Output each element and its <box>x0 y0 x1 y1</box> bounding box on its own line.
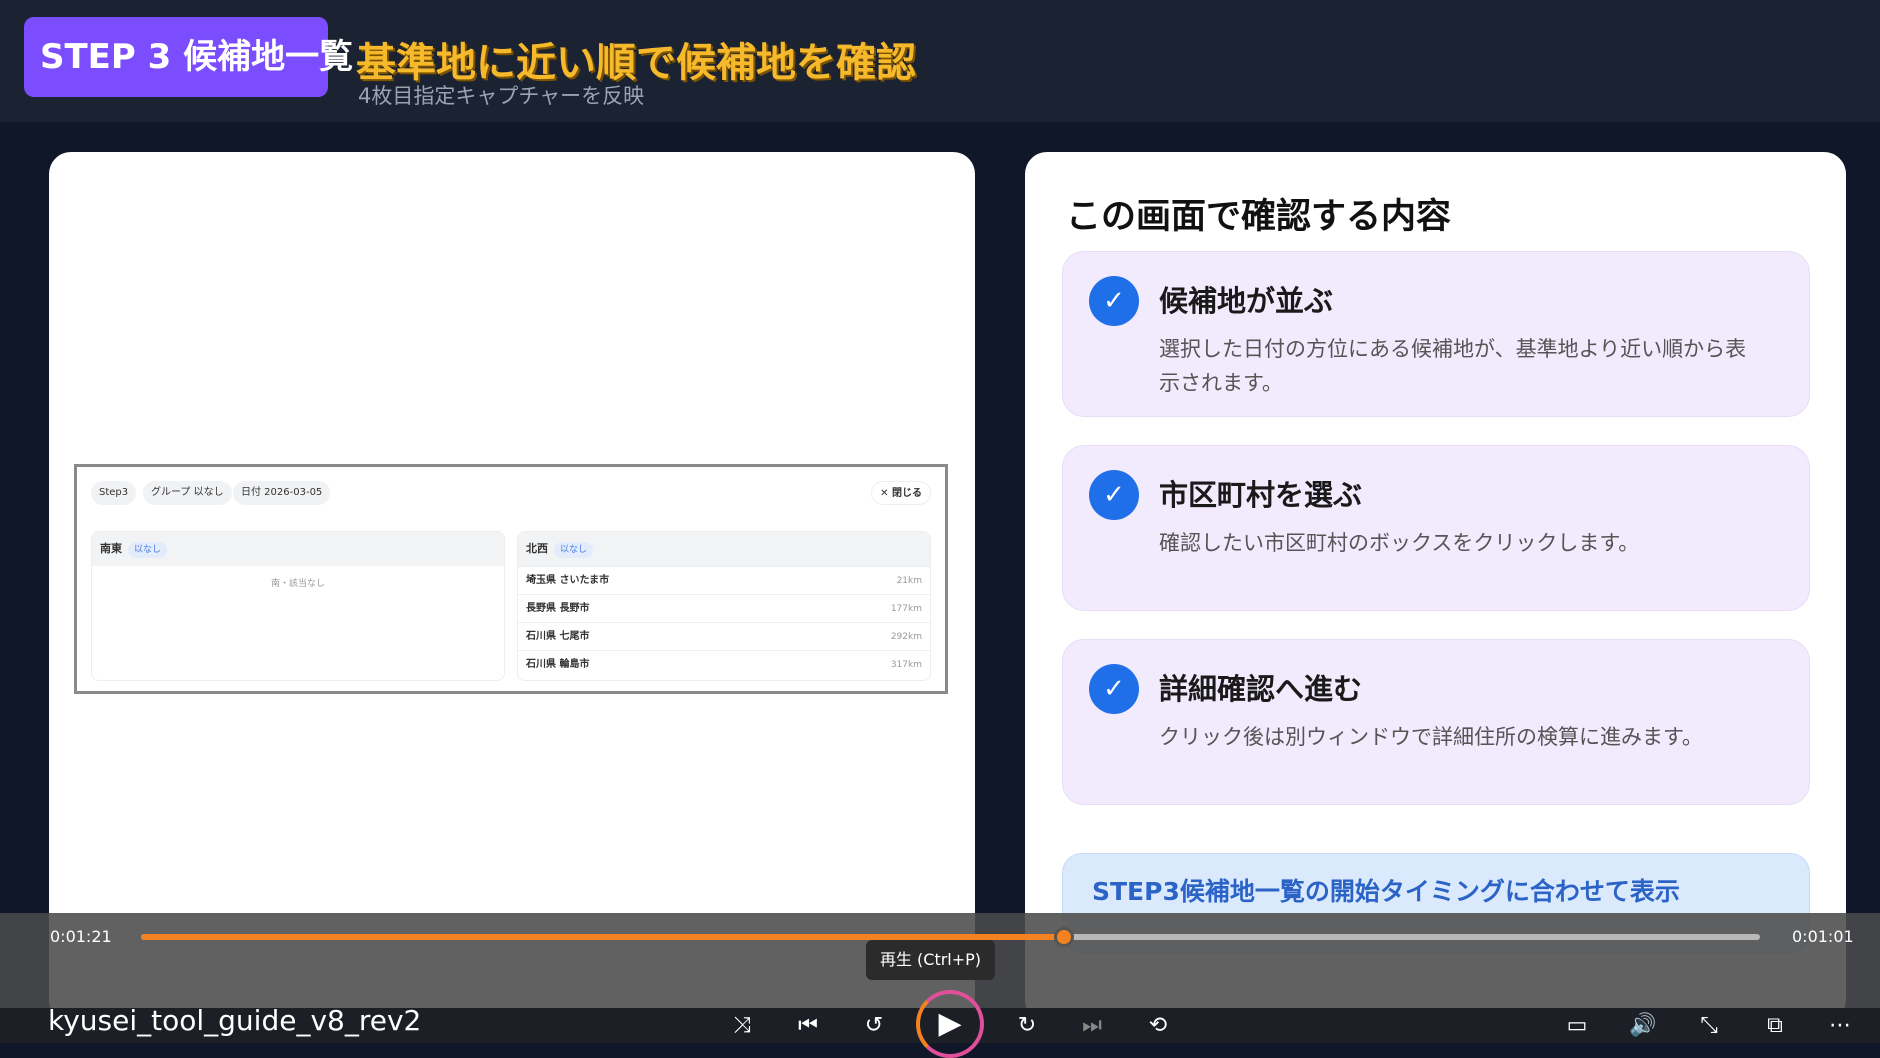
checklist-item: ✓ 市区町村を選ぶ 確認したい市区町村のボックスをクリックします。 <box>1062 445 1810 611</box>
repeat-off-icon[interactable]: ⟲ <box>1140 1010 1176 1042</box>
column-northwest: 北西 以なし 埼玉県 さいたま市 21km 長野県 長野市 177km 石川県 七尾市… <box>517 531 931 681</box>
remaining-time: 0:01:01 <box>1792 927 1854 946</box>
item-desc: クリック後は別ウィンドウで詳細住所の検算に進みます。 <box>1159 725 1703 749</box>
captured-screenshot: Step3 グループ 以なし 日付 2026-03-05 ✕ 閉じる 南東 以なし… <box>74 464 948 694</box>
chip-group: グループ 以なし <box>143 481 232 505</box>
elapsed-time: 0:01:21 <box>50 927 112 946</box>
forward-30-icon[interactable]: ↻ <box>1009 1010 1045 1042</box>
next-icon[interactable]: ⏭ <box>1074 1010 1110 1042</box>
info-banner-text: STEP3候補地一覧の開始タイミングに合わせて表示 <box>1092 877 1680 906</box>
item-title: 候補地が並ぶ <box>1159 284 1334 318</box>
check-icon: ✓ <box>1089 276 1139 326</box>
shuffle-icon[interactable]: ⤨ <box>724 1010 760 1042</box>
column-name: 南東 <box>100 542 122 555</box>
play-tooltip: 再生 (Ctrl+P) <box>866 940 995 980</box>
seek-thumb[interactable] <box>1053 927 1074 947</box>
miniplayer-icon[interactable]: ⧉ <box>1757 1010 1793 1042</box>
column-name: 北西 <box>526 542 548 555</box>
column-southeast: 南東 以なし 南・該当なし <box>91 531 505 681</box>
slide-subtitle: 4枚目指定キャプチャーを反映 <box>358 84 645 108</box>
item-desc: 選択した日付の方位にある候補地が、基準地より近い順から表示されます。 <box>1159 337 1747 395</box>
item-desc: 確認したい市区町村のボックスをクリックします。 <box>1159 531 1640 555</box>
captions-icon[interactable]: ▭ <box>1559 1010 1595 1042</box>
list-item: 埼玉県 さいたま市 21km <box>518 566 930 594</box>
play-button[interactable]: ▶ <box>916 990 984 1058</box>
step-badge: STEP 3 候補地一覧 <box>24 17 353 97</box>
check-icon: ✓ <box>1089 664 1139 714</box>
list-item: 石川県 七尾市 292km <box>518 622 930 650</box>
video-title: kyusei_tool_guide_v8_rev2 <box>48 1004 422 1037</box>
list-item: 石川県 輪島市 317km <box>518 650 930 678</box>
chip-step: Step3 <box>91 481 137 505</box>
chip-date: 日付 2026-03-05 <box>233 481 331 505</box>
rewind-10-icon[interactable]: ↺ <box>856 1010 892 1042</box>
check-icon: ✓ <box>1089 470 1139 520</box>
close-button: ✕ 閉じる <box>871 481 931 505</box>
item-title: 市区町村を選ぶ <box>1159 478 1363 512</box>
checklist-item: ✓ 詳細確認へ進む クリック後は別ウィンドウで詳細住所の検算に進みます。 <box>1062 639 1810 805</box>
panel-heading: この画面で確認する内容 <box>1066 197 1452 237</box>
exit-fullscreen-icon[interactable]: ⤡ <box>1691 1010 1727 1042</box>
list-item: 長野県 長野市 177km <box>518 594 930 622</box>
empty-message: 南・該当なし <box>270 579 325 589</box>
column-tag: 以なし <box>554 542 594 558</box>
more-icon[interactable]: ⋯ <box>1822 1010 1858 1042</box>
checklist-item: ✓ 候補地が並ぶ 選択した日付の方位にある候補地が、基準地より近い順から表示され… <box>1062 251 1810 417</box>
volume-icon[interactable]: 🔊 <box>1625 1010 1661 1042</box>
previous-icon[interactable]: ⏮ <box>790 1010 826 1042</box>
item-title: 詳細確認へ進む <box>1159 672 1363 706</box>
column-tag: 以なし <box>128 542 168 558</box>
